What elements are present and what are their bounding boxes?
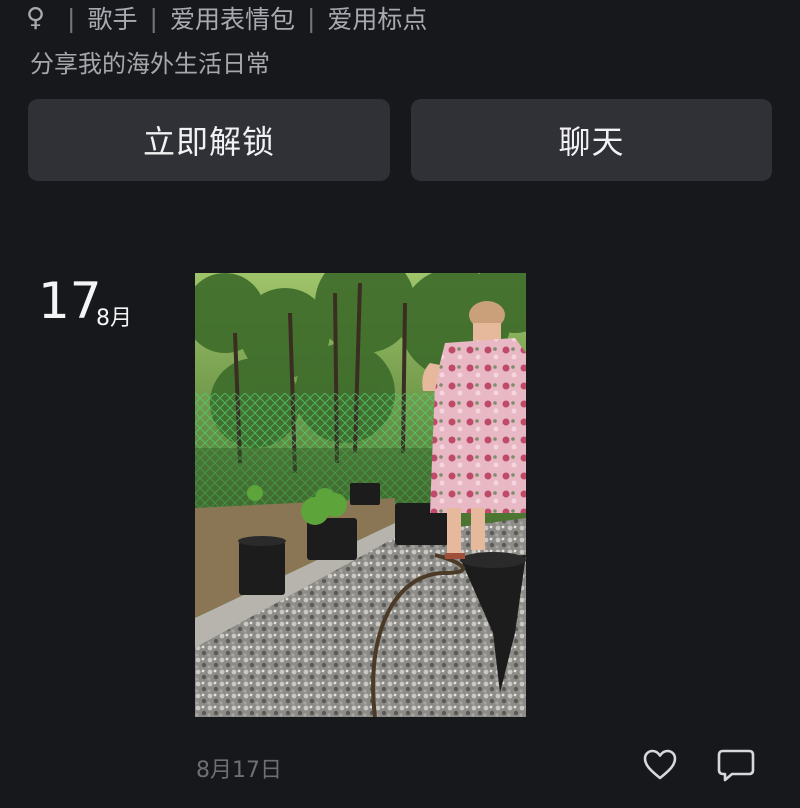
tag-separator: |	[67, 3, 76, 33]
post-photo[interactable]	[195, 273, 526, 717]
profile-tags: ♀ | 歌手 | 爱用表情包 | 爱用标点	[26, 2, 427, 34]
comment-button[interactable]	[716, 747, 756, 783]
heart-icon	[643, 749, 677, 780]
unlock-button[interactable]: 立即解锁	[28, 99, 390, 181]
tag-singer: 歌手	[87, 5, 138, 34]
like-button[interactable]	[642, 747, 678, 783]
tag-emoji-lover: 爱用表情包	[169, 5, 295, 34]
post-month: 8月	[96, 306, 132, 331]
tag-separator: |	[149, 3, 158, 33]
post-date: 8月17日	[196, 758, 282, 783]
female-icon: ♀	[26, 3, 46, 33]
garden-photo-illustration	[195, 273, 526, 717]
post-day: 17	[38, 272, 102, 330]
tag-separator: |	[306, 3, 316, 33]
comment-icon	[717, 749, 755, 782]
chat-button[interactable]: 聊天	[411, 99, 772, 181]
profile-bio: 分享我的海外生活日常	[30, 50, 270, 78]
tag-punctuation-lover: 爱用标点	[327, 5, 428, 34]
